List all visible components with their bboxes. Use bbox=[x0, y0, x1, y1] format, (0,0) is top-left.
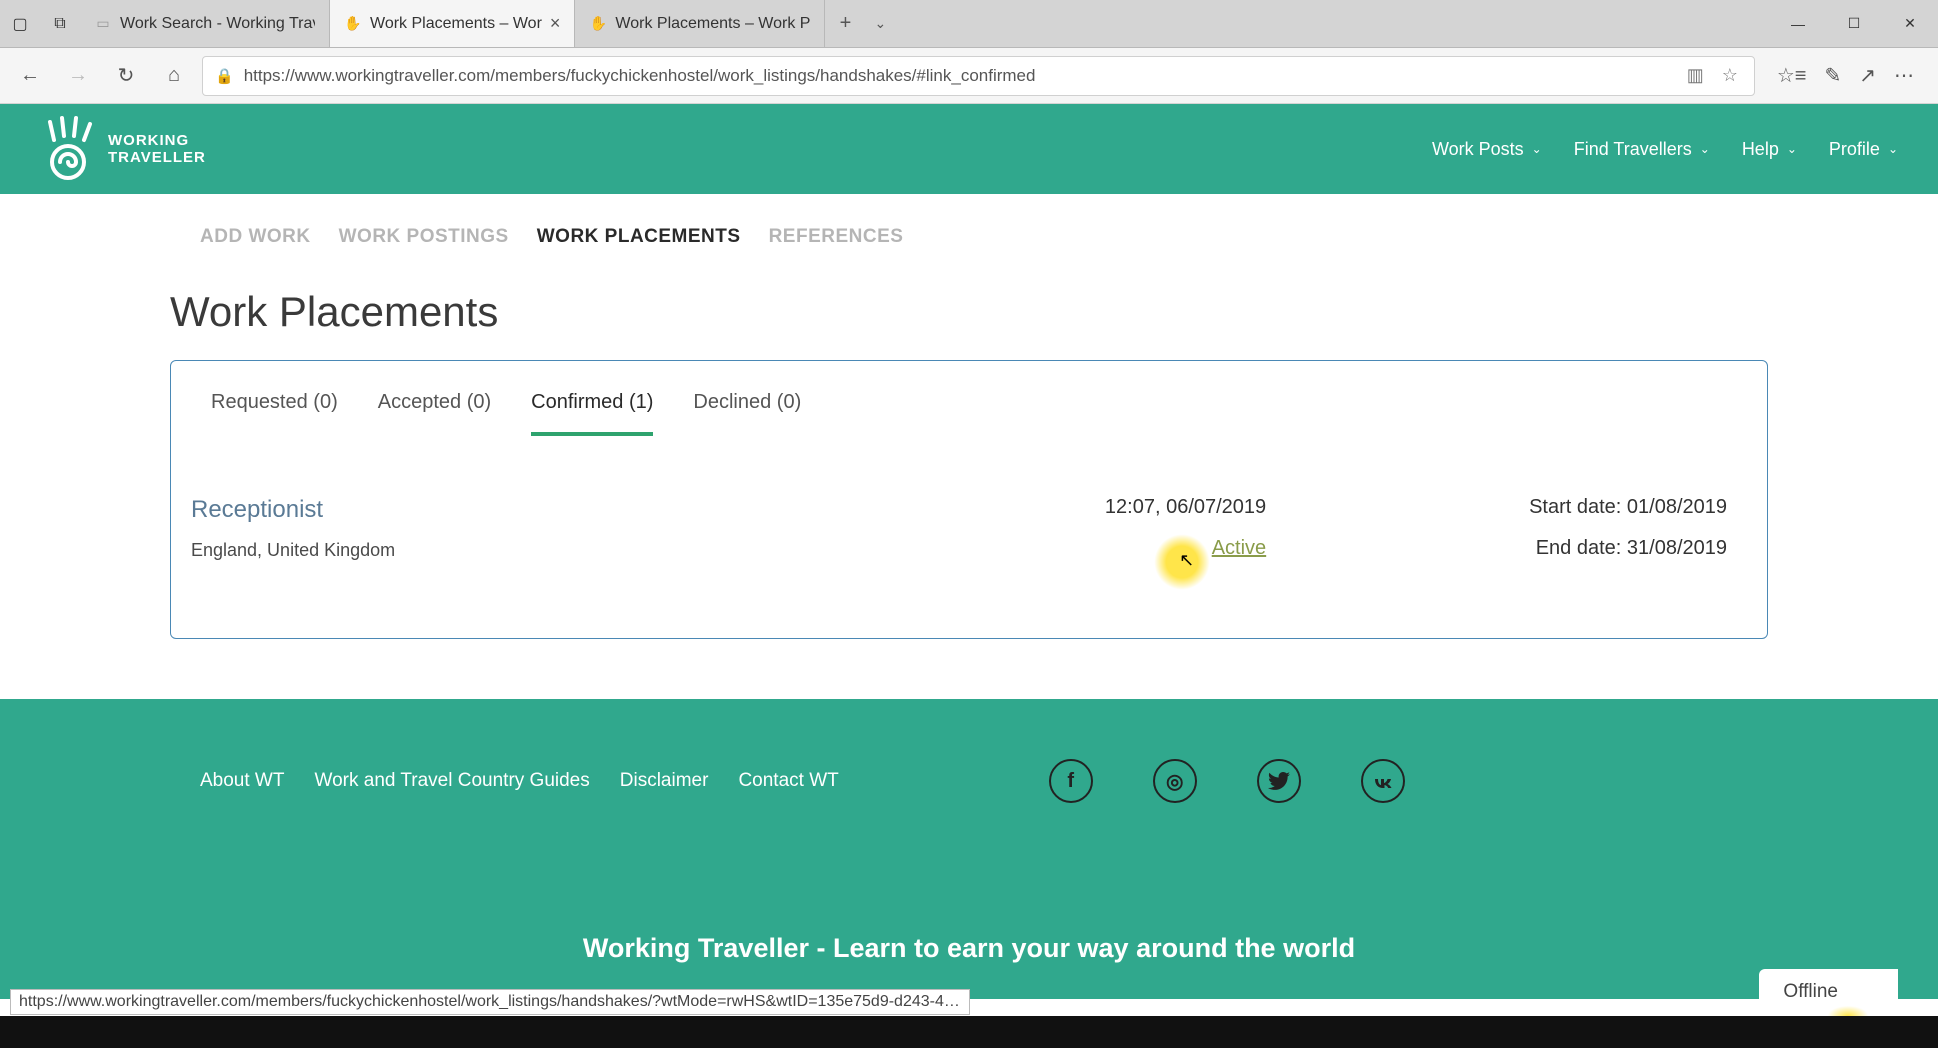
nav-label: Profile bbox=[1829, 139, 1880, 160]
subnav-work-placements[interactable]: WORK PLACEMENTS bbox=[537, 226, 741, 248]
new-tab-button[interactable]: + bbox=[825, 0, 865, 47]
page-title: Work Placements bbox=[170, 288, 1768, 336]
nav-find-travellers[interactable]: Find Travellers ⌄ bbox=[1574, 139, 1710, 160]
favorite-icon[interactable]: ☆ bbox=[1718, 65, 1742, 86]
minimize-button[interactable]: — bbox=[1770, 0, 1826, 48]
set-aside-icon[interactable]: ⧉ bbox=[40, 0, 80, 48]
browser-toolbar: ← → ↻ ⌂ 🔒 https://www.workingtraveller.c… bbox=[0, 48, 1938, 104]
maximize-button[interactable]: ☐ bbox=[1826, 0, 1882, 48]
status-bar-url: https://www.workingtraveller.com/members… bbox=[10, 989, 970, 1015]
tab-favicon-icon: ✋ bbox=[344, 15, 362, 33]
subnav-add-work[interactable]: ADD WORK bbox=[200, 226, 311, 248]
tab-requested[interactable]: Requested (0) bbox=[211, 391, 338, 436]
chat-status: Offline bbox=[1783, 981, 1838, 1002]
tab-accepted[interactable]: Accepted (0) bbox=[378, 391, 491, 436]
placement-tabs: Requested (0) Accepted (0) Confirmed (1)… bbox=[171, 361, 1767, 436]
browser-tab-1-active[interactable]: ✋ Work Placements – Wor × bbox=[330, 0, 575, 47]
browser-tab-0[interactable]: ▭ Work Search - Working Trav bbox=[80, 0, 330, 47]
close-window-button[interactable]: ✕ bbox=[1882, 0, 1938, 48]
tab-title: Work Placements – Wor bbox=[370, 15, 542, 33]
toolbar-right: ☆≡ ✎ ↗ ⋯ bbox=[1763, 63, 1928, 88]
sub-nav: ADD WORK WORK POSTINGS WORK PLACEMENTS R… bbox=[0, 194, 1938, 248]
more-icon[interactable]: ⋯ bbox=[1894, 63, 1914, 88]
tab-favicon-icon: ▭ bbox=[94, 15, 112, 33]
social-links: f ◎ bbox=[1049, 759, 1405, 803]
tab-actions-icon[interactable]: ▢ bbox=[0, 0, 40, 48]
tabs-dropdown-icon[interactable]: ⌄ bbox=[865, 0, 895, 47]
back-button[interactable]: ← bbox=[10, 56, 50, 96]
footer-link-guides[interactable]: Work and Travel Country Guides bbox=[314, 770, 589, 792]
footer-link-about[interactable]: About WT bbox=[200, 770, 284, 792]
footer-link-contact[interactable]: Contact WT bbox=[738, 770, 838, 792]
subnav-references[interactable]: REFERENCES bbox=[769, 226, 904, 248]
tab-strip: ▭ Work Search - Working Trav ✋ Work Plac… bbox=[80, 0, 1770, 47]
share-icon[interactable]: ↗ bbox=[1859, 63, 1876, 88]
windows-taskbar[interactable] bbox=[0, 1016, 1938, 1048]
tab-title: Work Placements – Work Po bbox=[615, 15, 810, 33]
chevron-down-icon: ⌄ bbox=[1888, 142, 1898, 156]
logo-hand-icon bbox=[40, 114, 100, 184]
refresh-button[interactable]: ↻ bbox=[106, 56, 146, 96]
placement-title-link[interactable]: Receptionist bbox=[191, 496, 928, 524]
footer-links: About WT Work and Travel Country Guides … bbox=[200, 770, 839, 792]
instagram-icon[interactable]: ◎ bbox=[1153, 759, 1197, 803]
vk-icon[interactable] bbox=[1361, 759, 1405, 803]
chevron-down-icon: ⌄ bbox=[1787, 142, 1797, 156]
url-text: https://www.workingtraveller.com/members… bbox=[244, 66, 1673, 86]
chevron-down-icon: ⌄ bbox=[1700, 142, 1710, 156]
placement-end-date: End date: 31/08/2019 bbox=[1266, 537, 1727, 560]
tab-confirmed[interactable]: Confirmed (1) bbox=[531, 391, 653, 436]
nav-work-posts[interactable]: Work Posts ⌄ bbox=[1432, 139, 1542, 160]
placements-card: Requested (0) Accepted (0) Confirmed (1)… bbox=[170, 360, 1768, 639]
chevron-down-icon: ⌄ bbox=[1532, 142, 1542, 156]
placement-status-link[interactable]: Active bbox=[928, 537, 1266, 560]
tab-declined[interactable]: Declined (0) bbox=[693, 391, 801, 436]
tab-favicon-icon: ✋ bbox=[589, 15, 607, 33]
site-footer: About WT Work and Travel Country Guides … bbox=[0, 699, 1938, 999]
lock-icon: 🔒 bbox=[215, 67, 234, 85]
window-titlebar: ▢ ⧉ ▭ Work Search - Working Trav ✋ Work … bbox=[0, 0, 1938, 48]
logo-text-1: WORKING bbox=[108, 132, 206, 149]
close-tab-icon[interactable]: × bbox=[550, 13, 561, 34]
reading-view-icon[interactable]: ▥ bbox=[1683, 65, 1708, 86]
site-logo[interactable]: WORKING TRAVELLER bbox=[40, 114, 206, 184]
footer-tagline: Working Traveller - Learn to earn your w… bbox=[0, 933, 1938, 964]
subnav-work-postings[interactable]: WORK POSTINGS bbox=[339, 226, 509, 248]
site-header: WORKING TRAVELLER Work Posts ⌄ Find Trav… bbox=[0, 104, 1938, 194]
nav-label: Work Posts bbox=[1432, 139, 1524, 160]
facebook-icon[interactable]: f bbox=[1049, 759, 1093, 803]
home-button[interactable]: ⌂ bbox=[154, 56, 194, 96]
placement-timestamp: 12:07, 06/07/2019 bbox=[928, 496, 1266, 519]
titlebar-left-controls: ▢ ⧉ bbox=[0, 0, 80, 47]
nav-help[interactable]: Help ⌄ bbox=[1742, 139, 1797, 160]
main-content: Work Placements Requested (0) Accepted (… bbox=[0, 248, 1938, 699]
nav-label: Find Travellers bbox=[1574, 139, 1692, 160]
favorites-hub-icon[interactable]: ☆≡ bbox=[1777, 63, 1807, 88]
nav-label: Help bbox=[1742, 139, 1779, 160]
header-nav: Work Posts ⌄ Find Travellers ⌄ Help ⌄ Pr… bbox=[1432, 139, 1898, 160]
placement-start-date: Start date: 01/08/2019 bbox=[1266, 496, 1727, 519]
window-controls: — ☐ ✕ bbox=[1770, 0, 1938, 47]
nav-profile[interactable]: Profile ⌄ bbox=[1829, 139, 1898, 160]
notes-icon[interactable]: ✎ bbox=[1824, 63, 1841, 88]
logo-text-2: TRAVELLER bbox=[108, 149, 206, 166]
footer-link-disclaimer[interactable]: Disclaimer bbox=[620, 770, 709, 792]
tab-title: Work Search - Working Trav bbox=[120, 15, 315, 33]
forward-button[interactable]: → bbox=[58, 56, 98, 96]
placement-row: Receptionist England, United Kingdom 12:… bbox=[171, 436, 1767, 638]
browser-tab-2[interactable]: ✋ Work Placements – Work Po bbox=[575, 0, 825, 47]
placement-location: England, United Kingdom bbox=[191, 540, 928, 561]
address-bar[interactable]: 🔒 https://www.workingtraveller.com/membe… bbox=[202, 56, 1755, 96]
twitter-icon[interactable] bbox=[1257, 759, 1301, 803]
